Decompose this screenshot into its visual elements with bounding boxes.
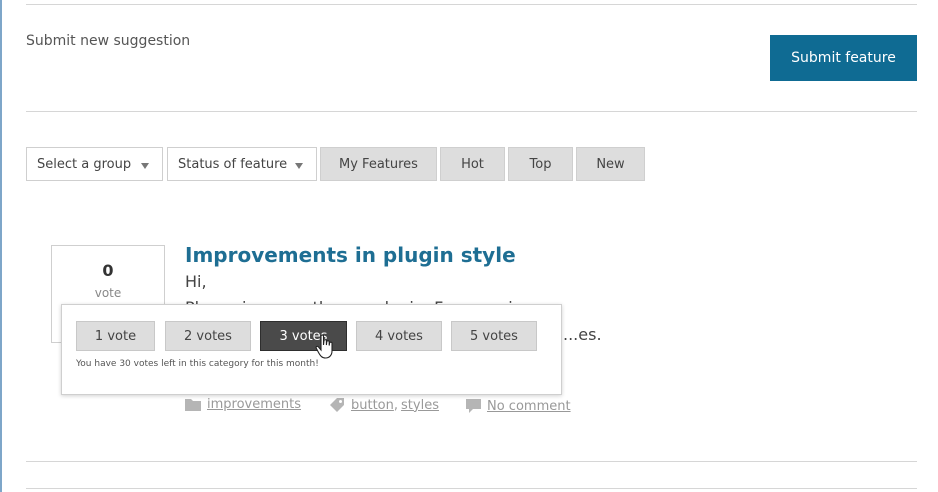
tag-icon (330, 398, 344, 412)
feature-description-line-1: Hi, (185, 272, 207, 291)
vote-option-1[interactable]: 1 vote (76, 321, 155, 351)
submit-suggestion-label: Submit new suggestion (26, 33, 191, 49)
vote-label: vote (94, 286, 122, 300)
feature-category: improvements (185, 397, 301, 412)
tab-top[interactable]: Top (508, 147, 573, 181)
feature-description-line-3: ...es. (563, 325, 602, 344)
submit-feature-button[interactable]: Submit feature (770, 35, 917, 81)
feature-title-link[interactable]: Improvements in plugin style (185, 243, 516, 267)
feature-comments: No comment (466, 399, 571, 414)
status-select[interactable]: Status of feature (167, 147, 317, 181)
chevron-down-icon (295, 163, 303, 169)
comment-icon (466, 399, 481, 413)
tab-hot[interactable]: Hot (440, 147, 505, 181)
header-divider (26, 111, 917, 112)
votes-remaining-note: You have 30 votes left in this category … (76, 359, 319, 369)
top-divider (26, 4, 917, 5)
vote-count: 0 (102, 261, 114, 280)
hand-cursor-icon (315, 334, 333, 359)
tag-link-styles[interactable]: styles (401, 398, 439, 413)
group-select-label: Select a group (37, 156, 132, 172)
vote-option-2[interactable]: 2 votes (165, 321, 251, 351)
folder-icon (185, 399, 201, 411)
bottom-divider (26, 488, 917, 489)
comments-link[interactable]: No comment (487, 399, 571, 414)
tag-link-button[interactable]: button (351, 398, 394, 413)
tab-my-features[interactable]: My Features (320, 147, 437, 181)
category-link[interactable]: improvements (207, 397, 301, 412)
status-select-label: Status of feature (178, 156, 288, 172)
item-divider (26, 461, 917, 462)
tab-new[interactable]: New (576, 147, 645, 181)
chevron-down-icon (141, 163, 149, 169)
tag-separator: , (393, 397, 399, 413)
feature-tags: button , styles (329, 397, 439, 413)
vote-option-5[interactable]: 5 votes (451, 321, 537, 351)
group-select[interactable]: Select a group (26, 147, 163, 181)
vote-option-4[interactable]: 4 votes (356, 321, 442, 351)
vote-options-popup: 1 vote 2 votes 3 votes 4 votes 5 votes Y… (61, 304, 562, 395)
left-border (0, 0, 2, 492)
